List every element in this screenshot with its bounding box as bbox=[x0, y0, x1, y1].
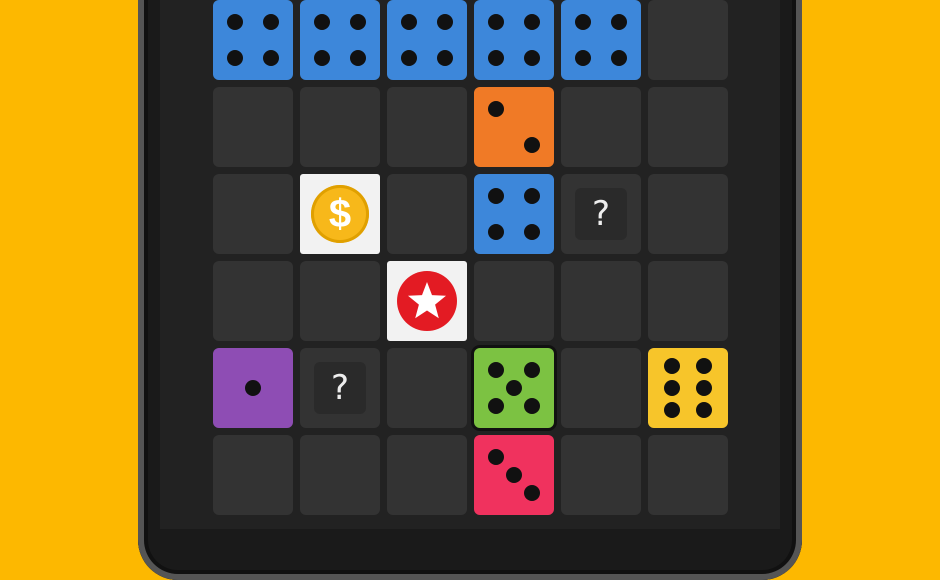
board-cell[interactable] bbox=[648, 435, 728, 515]
die-pip bbox=[226, 50, 243, 67]
question-icon: ? bbox=[591, 194, 611, 234]
die-pip bbox=[524, 361, 541, 378]
die-pip bbox=[350, 13, 367, 30]
board-cell[interactable] bbox=[213, 87, 293, 167]
blue-die-4[interactable] bbox=[300, 0, 380, 80]
star-powerup[interactable] bbox=[387, 261, 467, 341]
blue-die-4[interactable] bbox=[387, 0, 467, 80]
die-pip bbox=[524, 137, 541, 154]
board-cell[interactable] bbox=[213, 435, 293, 515]
board-cell[interactable] bbox=[561, 435, 641, 515]
orange-die-2[interactable] bbox=[474, 87, 554, 167]
die-pip bbox=[696, 402, 712, 419]
mystery-tile[interactable]: ? bbox=[314, 362, 366, 414]
board-cell[interactable] bbox=[561, 348, 641, 428]
die-pip bbox=[226, 13, 243, 30]
die-pip bbox=[524, 398, 541, 415]
die-pip bbox=[313, 13, 330, 30]
die-pip bbox=[574, 50, 591, 67]
board-cell[interactable] bbox=[648, 0, 728, 80]
mystery-tile[interactable]: ? bbox=[575, 188, 627, 240]
die-pip bbox=[524, 50, 541, 67]
board-cell[interactable] bbox=[387, 87, 467, 167]
blue-die-4[interactable] bbox=[561, 0, 641, 80]
board-cell[interactable] bbox=[648, 261, 728, 341]
board-cell[interactable] bbox=[300, 261, 380, 341]
die-pip bbox=[524, 13, 541, 30]
blue-die-4[interactable] bbox=[474, 0, 554, 80]
die-pip bbox=[506, 467, 522, 483]
die-pip bbox=[487, 50, 504, 67]
blue-die-4[interactable] bbox=[213, 0, 293, 80]
star-badge bbox=[397, 271, 457, 331]
die-pip bbox=[664, 380, 680, 396]
die-pip bbox=[263, 13, 280, 30]
board-cell[interactable] bbox=[648, 174, 728, 254]
board-cell[interactable] bbox=[387, 348, 467, 428]
die-pip bbox=[437, 50, 454, 67]
die-pip bbox=[696, 380, 712, 396]
board-cell[interactable] bbox=[561, 261, 641, 341]
die-pip bbox=[611, 50, 628, 67]
board-cell[interactable] bbox=[387, 435, 467, 515]
die-pip bbox=[664, 402, 680, 419]
star-icon bbox=[408, 282, 446, 319]
die-pip bbox=[487, 398, 504, 415]
board-cell[interactable] bbox=[474, 261, 554, 341]
board-cell[interactable] bbox=[213, 174, 293, 254]
die-pip bbox=[524, 485, 541, 502]
game-board[interactable]: $?? bbox=[213, 0, 731, 529]
coin-powerup[interactable]: $ bbox=[300, 174, 380, 254]
board-cell[interactable] bbox=[300, 87, 380, 167]
board-cell[interactable] bbox=[213, 261, 293, 341]
board-cell[interactable] bbox=[561, 87, 641, 167]
die-pip bbox=[400, 50, 417, 67]
die-pip bbox=[696, 357, 712, 374]
purple-die-1[interactable] bbox=[213, 348, 293, 428]
blue-die-4[interactable] bbox=[474, 174, 554, 254]
die-pip bbox=[574, 13, 591, 30]
board-cell[interactable] bbox=[387, 174, 467, 254]
green-die-5[interactable] bbox=[474, 348, 554, 428]
die-pip bbox=[313, 50, 330, 67]
die-pip bbox=[400, 13, 417, 30]
die-pip bbox=[487, 187, 504, 204]
red-die-3[interactable] bbox=[474, 435, 554, 515]
die-pip bbox=[487, 448, 504, 465]
die-pip bbox=[487, 224, 504, 241]
die-pip bbox=[350, 50, 367, 67]
die-pip bbox=[506, 380, 522, 396]
board-cell[interactable] bbox=[648, 87, 728, 167]
board-cell[interactable] bbox=[300, 435, 380, 515]
die-pip bbox=[245, 380, 261, 396]
dollar-coin-icon: $ bbox=[311, 185, 369, 243]
die-pip bbox=[487, 100, 504, 117]
die-pip bbox=[263, 50, 280, 67]
die-pip bbox=[524, 224, 541, 241]
yellow-die-6[interactable] bbox=[648, 348, 728, 428]
die-pip bbox=[487, 361, 504, 378]
question-icon: ? bbox=[330, 368, 350, 408]
die-pip bbox=[524, 187, 541, 204]
die-pip bbox=[664, 357, 680, 374]
die-pip bbox=[611, 13, 628, 30]
die-pip bbox=[487, 13, 504, 30]
die-pip bbox=[437, 13, 454, 30]
